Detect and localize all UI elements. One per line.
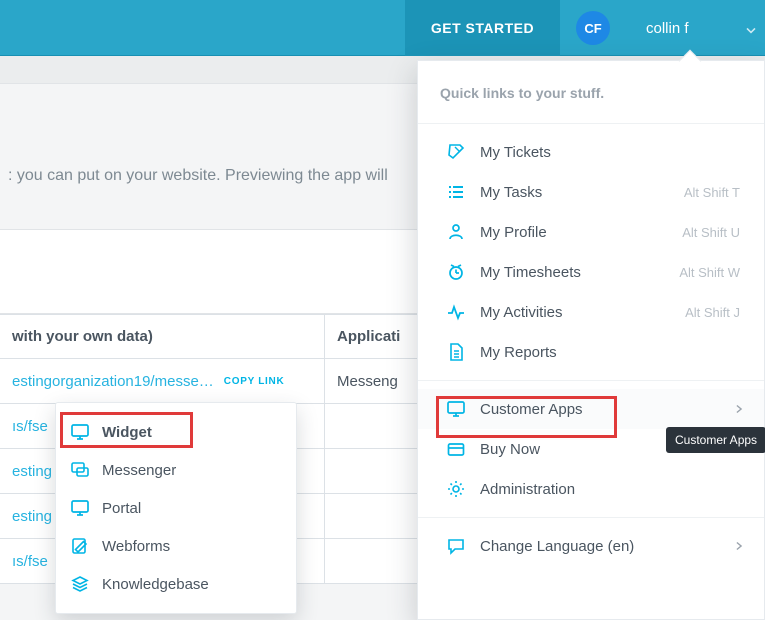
quicklink-administration[interactable]: Administration [418,469,764,509]
menu-item-label: Widget [102,424,152,441]
divider [418,517,764,518]
chat-icon [70,460,90,480]
menu-item-label: My Activities [480,304,563,321]
divider [418,380,764,381]
menu-item-label: My Timesheets [480,264,581,281]
quicklink-my-reports[interactable]: My Reports [418,332,764,372]
keyboard-shortcut: Alt Shift J [685,305,740,320]
quicklink-my-activities[interactable]: My Activities Alt Shift J [418,292,764,332]
monitor-icon [70,422,90,442]
gear-icon [446,479,466,499]
person-icon [446,222,466,242]
app-type-widget[interactable]: Widget [56,413,296,451]
app-url-link[interactable]: esting [12,508,52,525]
clock-icon [446,262,466,282]
chevron-down-icon [743,22,759,38]
menu-item-label: My Reports [480,344,557,361]
column-header-url: with your own data) [0,315,325,358]
app-type-knowledgebase[interactable]: Knowledgebase [56,565,296,603]
edit-icon [70,536,90,556]
quicklink-customer-apps[interactable]: Customer Apps [418,389,764,429]
chevron-right-icon [732,539,746,553]
ticket-icon [446,142,466,162]
keyboard-shortcut: Alt Shift U [682,225,740,240]
app-url-link[interactable]: estingorganization19/messe… [12,373,214,390]
divider [418,123,764,124]
top-bar: GET STARTED CF collin f [0,0,765,56]
avatar[interactable]: CF [576,11,610,45]
quicklink-my-tickets[interactable]: My Tickets [418,132,764,172]
speech-icon [446,536,466,556]
menu-item-label: My Tasks [480,184,542,201]
menu-item-label: Messenger [102,462,176,479]
pulse-icon [446,302,466,322]
app-url-link[interactable]: ıs/fse [12,418,48,435]
monitor-icon [446,399,466,419]
menu-item-label: Buy Now [480,441,540,458]
doc-icon [446,342,466,362]
monitor-icon [70,498,90,518]
quicklink-my-timesheets[interactable]: My Timesheets Alt Shift W [418,252,764,292]
quicklink-my-profile[interactable]: My Profile Alt Shift U [418,212,764,252]
copy-link-button[interactable]: COPY LINK [224,376,285,387]
list-icon [446,182,466,202]
app-url-link[interactable]: ıs/fse [12,553,48,570]
get-started-button[interactable]: GET STARTED [405,0,560,56]
app-type-webforms[interactable]: Webforms [56,527,296,565]
application-type-menu: Widget Messenger Portal Webforms Knowledgeba… [55,402,297,614]
user-quicklinks-dropdown: Quick links to your stuff. My Tickets My… [417,60,765,620]
dropdown-header: Quick links to your stuff. [418,61,764,115]
menu-item-label: Administration [480,481,575,498]
card-icon [446,439,466,459]
app-url-link[interactable]: esting [12,463,52,480]
menu-item-label: Customer Apps [480,401,583,418]
keyboard-shortcut: Alt Shift W [679,265,740,280]
username-label[interactable]: collin f [646,0,689,56]
menu-item-label: Knowledgebase [102,576,209,593]
app-name-cell: Messeng [325,373,410,390]
keyboard-shortcut: Alt Shift T [684,185,740,200]
menu-item-label: Change Language (en) [480,538,634,555]
menu-item-label: My Profile [480,224,547,241]
stack-icon [70,574,90,594]
quicklink-change-language[interactable]: Change Language (en) [418,526,764,566]
app-type-portal[interactable]: Portal [56,489,296,527]
quicklink-my-tasks[interactable]: My Tasks Alt Shift T [418,172,764,212]
tooltip-customer-apps: Customer Apps [666,427,765,453]
menu-item-label: Webforms [102,538,170,555]
menu-item-label: My Tickets [480,144,551,161]
chevron-right-icon [732,402,746,416]
app-type-messenger[interactable]: Messenger [56,451,296,489]
menu-item-label: Portal [102,500,141,517]
